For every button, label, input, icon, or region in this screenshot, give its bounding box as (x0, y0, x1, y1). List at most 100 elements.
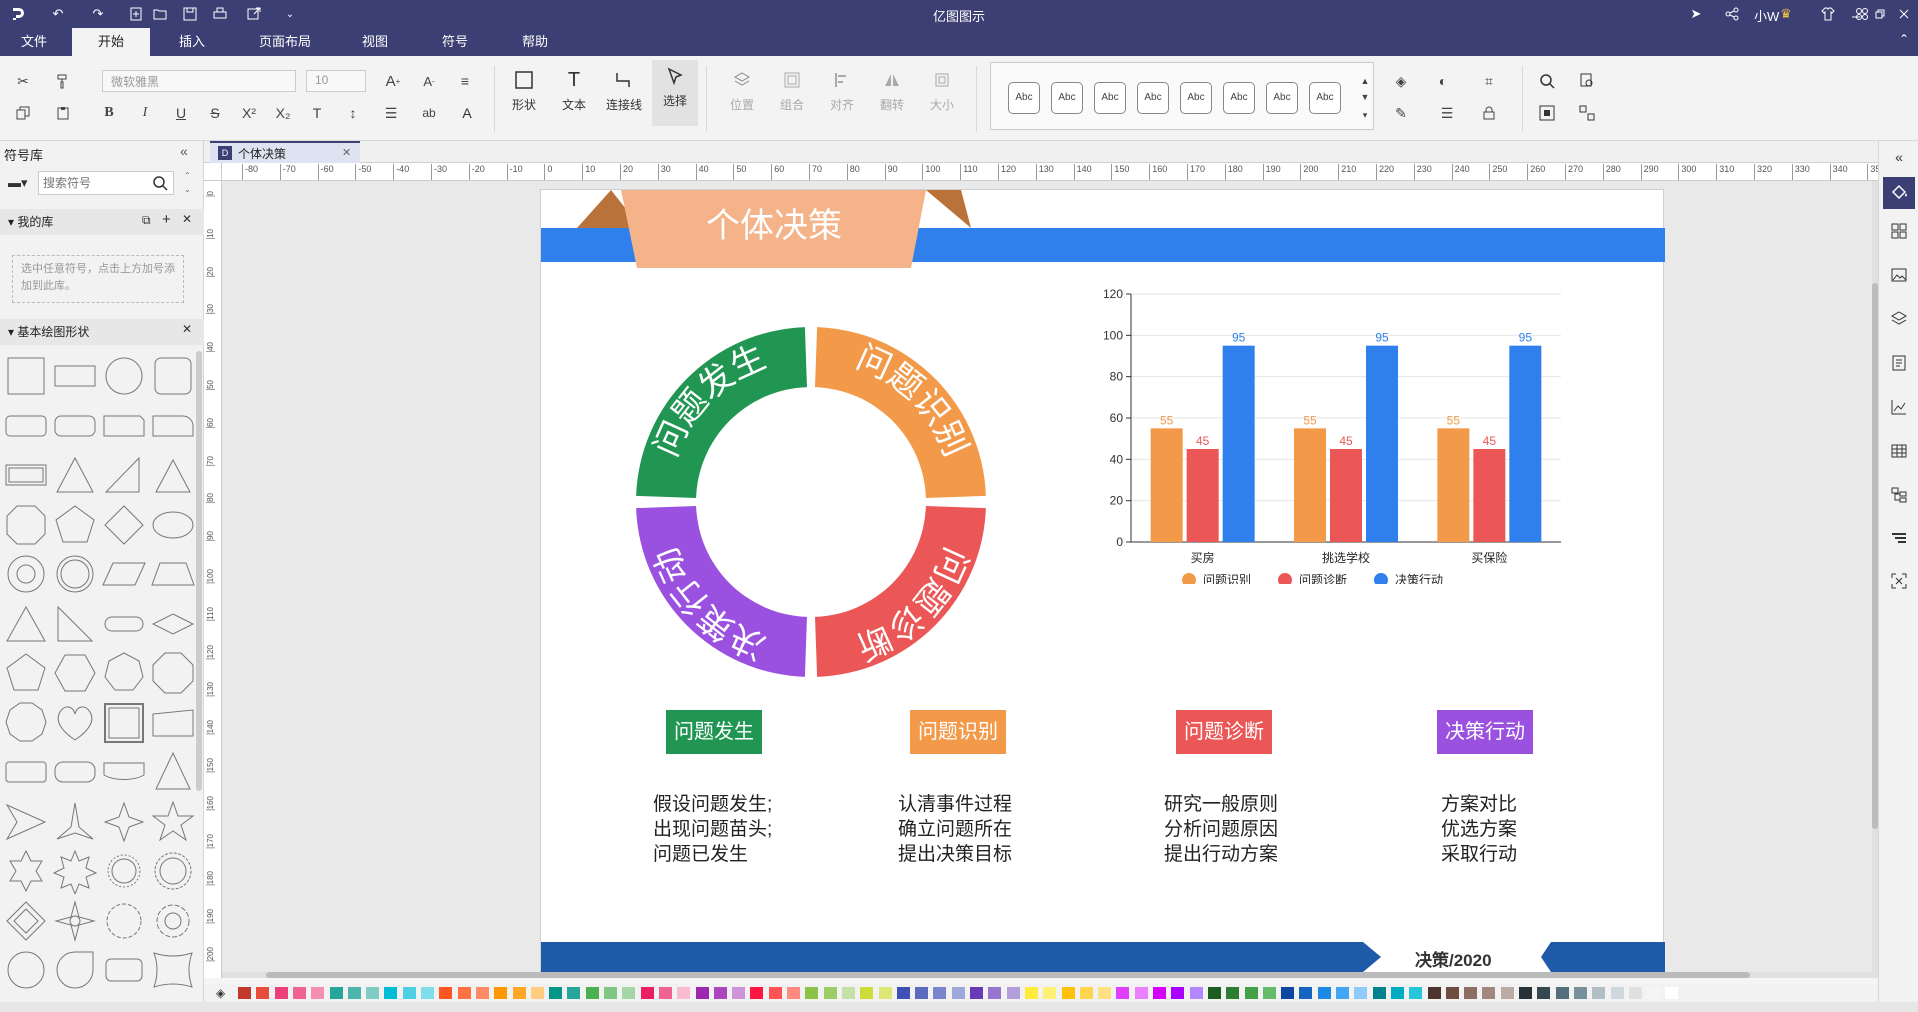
close-basic-shapes-icon[interactable]: ✕ (182, 322, 192, 336)
color-swatch[interactable] (1372, 987, 1386, 999)
style-sample-1[interactable]: Abc (1008, 82, 1040, 114)
color-swatch[interactable] (1281, 987, 1295, 999)
close-window-icon[interactable] (1894, 4, 1914, 24)
rounded-rect-5-shape[interactable] (101, 947, 147, 993)
color-swatch[interactable] (1079, 987, 1093, 999)
fill-none-icon[interactable]: ◈ (216, 986, 225, 1000)
flip-button[interactable]: 翻转 (872, 64, 912, 124)
color-swatch[interactable] (896, 987, 910, 999)
ring-segment[interactable] (815, 506, 986, 677)
drawing-canvas[interactable]: 个体决策 问题发生 问题识别 问题诊断 决策行动 0 20 40 60 80 100 120 55 4… (222, 181, 1878, 978)
stage-description-action[interactable]: 方案对比 优选方案 采取行动 (1441, 792, 1517, 867)
color-swatch[interactable] (805, 987, 819, 999)
basic-shapes-header[interactable]: ▾ 基本绘图形状 (0, 319, 204, 345)
style-sample-6[interactable]: Abc (1223, 82, 1255, 114)
font-name-select[interactable]: 微软雅黑 (102, 70, 296, 92)
diamond-ring-shape[interactable] (3, 898, 49, 944)
italic-icon[interactable]: I (134, 102, 156, 124)
color-swatch[interactable] (878, 987, 892, 999)
crop-icon[interactable]: ⌗ (1478, 70, 1500, 92)
color-swatch[interactable] (1189, 987, 1203, 999)
color-swatch[interactable] (640, 987, 654, 999)
chart-bar[interactable] (1222, 345, 1255, 542)
color-swatch[interactable] (402, 987, 416, 999)
rounded-rect-3-shape[interactable] (3, 749, 49, 795)
round-corner-rect-shape[interactable] (150, 403, 196, 449)
menu-insert[interactable]: 插入 (154, 28, 230, 56)
restore-window-icon[interactable] (1870, 4, 1890, 24)
find-search-icon[interactable] (1536, 70, 1558, 92)
footer-text[interactable]: 决策/2020 (1415, 946, 1492, 971)
color-swatch[interactable] (841, 987, 855, 999)
concave-rect-shape[interactable] (150, 947, 196, 993)
underline-icon[interactable]: U (170, 102, 192, 124)
stage-label-diagnosis[interactable]: 问题诊断 (1176, 710, 1272, 754)
color-swatch[interactable] (970, 987, 983, 999)
stage-label-identification[interactable]: 问题识别 (910, 710, 1006, 754)
octagon-rounded-shape[interactable] (3, 502, 49, 548)
style-sample-3[interactable]: Abc (1094, 82, 1126, 114)
fill-style-icon[interactable] (1883, 177, 1915, 209)
color-swatch[interactable] (1024, 987, 1038, 999)
increase-font-icon[interactable]: A + (382, 70, 404, 92)
color-swatch[interactable] (1336, 987, 1349, 999)
rectangle-shape[interactable] (52, 353, 98, 399)
color-swatch[interactable] (585, 987, 599, 999)
parallelogram-shape[interactable] (101, 551, 147, 597)
color-swatch[interactable] (750, 987, 764, 999)
color-swatch[interactable] (1665, 987, 1679, 999)
menu-file[interactable]: 文件 (0, 28, 68, 56)
scroll-down-icon[interactable]: ⌄ (184, 185, 191, 194)
color-swatch[interactable] (1043, 987, 1057, 999)
fullscreen-icon[interactable] (1887, 569, 1911, 593)
color-swatch[interactable] (567, 987, 581, 999)
color-swatch[interactable] (1610, 987, 1624, 999)
expand-panel-icon[interactable]: « (1887, 145, 1911, 169)
color-swatch[interactable] (677, 987, 691, 999)
color-swatch[interactable] (787, 987, 800, 999)
stage-label-occurrence[interactable]: 问题发生 (666, 710, 762, 754)
bar-chart[interactable]: 0 20 40 60 80 100 120 55 45 95 买房 55 45 95 挑选学校 55 45 95 买… (1081, 284, 1581, 584)
decision-cycle-ring[interactable]: 问题发生 问题识别问题诊断决策行动 (611, 302, 1011, 702)
color-swatch[interactable] (1299, 987, 1313, 999)
horizontal-scrollbar[interactable] (222, 972, 1878, 978)
circle-2-shape[interactable] (3, 947, 49, 993)
stage-description-occurrence[interactable]: 假设问题发生; 出现问题苗头; 问题已发生 (653, 792, 772, 867)
color-swatch[interactable] (1445, 987, 1459, 999)
color-swatch[interactable] (823, 987, 837, 999)
text-format-icon[interactable]: T (306, 102, 328, 124)
color-swatch[interactable] (512, 987, 526, 999)
shape-tool-button[interactable]: 形状 (504, 64, 544, 124)
text-tool-button[interactable]: T 文本 (554, 64, 594, 124)
color-swatch[interactable] (768, 987, 782, 999)
menu-home[interactable]: 开始 (72, 28, 150, 56)
chart-bar[interactable] (1186, 449, 1219, 542)
color-swatch[interactable] (860, 987, 874, 999)
heptagon-shape[interactable] (101, 650, 147, 696)
ellipse-shape[interactable] (150, 502, 196, 548)
color-swatch[interactable] (238, 987, 251, 999)
isosceles-triangle-shape[interactable] (150, 452, 196, 498)
chart-legend-label[interactable]: 问题诊断 (1299, 572, 1347, 584)
menu-help[interactable]: 帮助 (500, 28, 570, 56)
align-button[interactable]: 对齐 (822, 64, 862, 124)
horizontal-scroll-thumb[interactable] (266, 972, 1750, 978)
color-swatch[interactable] (1592, 987, 1606, 999)
color-swatch[interactable] (475, 987, 489, 999)
gear-burst-shape[interactable] (101, 898, 147, 944)
decrease-font-icon[interactable]: A- (418, 70, 440, 92)
burst-star-shape[interactable] (101, 848, 147, 894)
close-my-library-icon[interactable]: ✕ (182, 212, 192, 226)
color-swatch[interactable] (933, 987, 947, 999)
select-tool-button[interactable]: 选择 (652, 60, 698, 126)
three-point-star-shape[interactable] (52, 799, 98, 845)
heart-shape[interactable] (52, 700, 98, 746)
color-swatch[interactable] (604, 987, 617, 999)
line-style-icon[interactable]: ☰ (1436, 102, 1458, 124)
triangle-shape[interactable] (52, 452, 98, 498)
color-swatch[interactable] (1098, 987, 1112, 999)
color-swatch[interactable] (1153, 987, 1166, 999)
chart-bar[interactable] (1150, 428, 1183, 542)
collapse-ribbon-icon[interactable]: ⌃ (1894, 32, 1914, 52)
style-sample-8[interactable]: Abc (1309, 82, 1341, 114)
